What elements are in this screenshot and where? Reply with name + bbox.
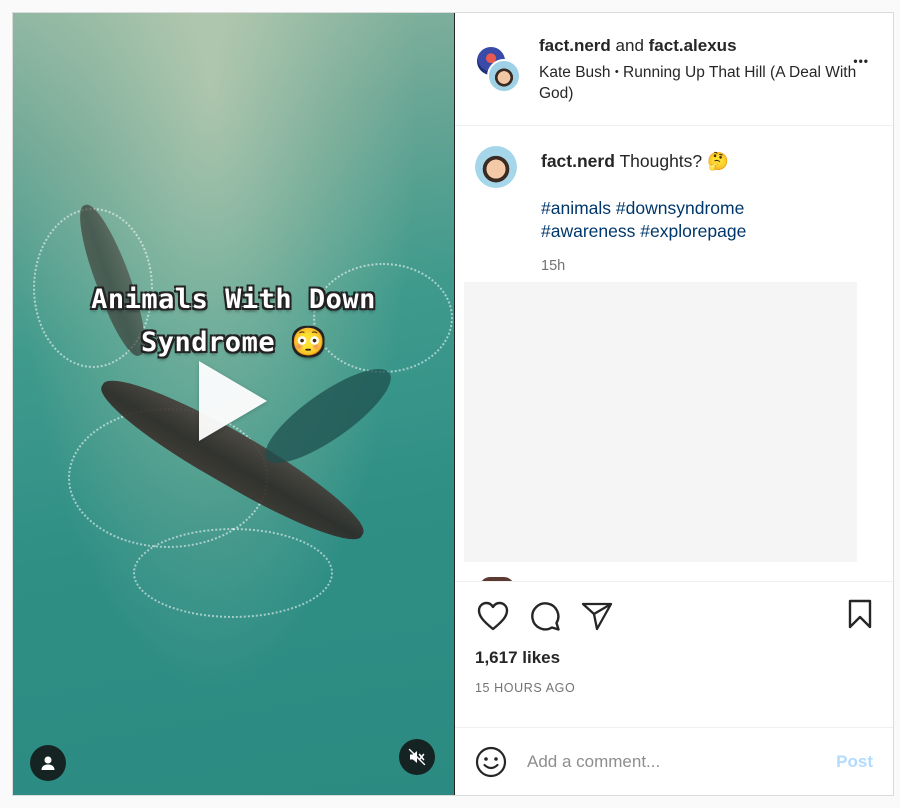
post-comment-button[interactable]: Post [836,752,873,772]
username-link[interactable]: fact.nerd [539,36,611,55]
foam [133,528,333,618]
avatar [487,59,521,93]
emoji-button[interactable] [475,746,507,778]
reel-video[interactable]: Animals With Down Syndrome 😳 [13,13,455,795]
joiner-text: and [615,36,644,55]
speaker-muted-icon [408,748,426,766]
avatar[interactable] [475,146,517,188]
smiley-icon [475,746,507,777]
hashtag-link[interactable]: #animals [541,198,611,218]
like-count[interactable]: 1,617 likes [475,648,873,668]
hashtag-link[interactable]: #awareness [541,221,635,241]
caption-text: Thoughts? 🤔 [619,151,729,171]
header-info: fact.nerd and fact.alexus Kate Bush • Ru… [539,35,877,104]
caption-row: fact.nerd Thoughts? 🤔 #animals #downsynd… [455,126,893,278]
post-time: 15h [541,258,566,274]
audio-link[interactable]: Kate Bush • Running Up That Hill (A Deal… [539,62,877,104]
comment-composer: Post [455,727,893,795]
collaborators: fact.nerd and fact.alexus [539,35,877,56]
comments-placeholder [464,282,857,562]
mute-button[interactable] [399,739,435,775]
hashtag-link[interactable]: #downsyndrome [616,198,744,218]
save-button[interactable] [847,598,873,635]
caption-body: fact.nerd Thoughts? 🤔 #animals #downsynd… [541,146,746,278]
comments-area: fact.nerd Thoughts? 🤔 #animals #downsynd… [455,126,893,581]
more-dots: ••• [853,54,869,68]
timestamp: 15 HOURS AGO [475,681,576,695]
caption-line: Animals With Down [91,284,376,315]
comment-button[interactable] [527,598,563,634]
separator: • [614,66,619,78]
user-tag-button[interactable] [30,745,66,781]
paper-plane-icon [581,602,613,631]
username-link[interactable]: fact.nerd [541,151,615,171]
bookmark-icon [848,599,872,629]
play-icon[interactable] [199,361,267,441]
like-button[interactable] [475,598,511,634]
post-panel: fact.nerd and fact.alexus Kate Bush • Ru… [455,13,893,795]
heart-icon [477,601,509,631]
more-options-icon[interactable]: ••• [853,53,869,68]
hashtag-list: #animals #downsyndrome #awareness #explo… [541,197,746,243]
action-bar: 1,617 likes 15 HOURS AGO [455,581,893,727]
username-link[interactable]: fact.alexus [649,36,737,55]
artist-name: Kate Bush [539,64,611,81]
post-modal: Animals With Down Syndrome 😳 fact.nerd a… [12,12,894,796]
post-header: fact.nerd and fact.alexus Kate Bush • Ru… [455,13,893,126]
video-caption: Animals With Down Syndrome 😳 [13,278,454,364]
comment-icon [531,602,560,631]
share-button[interactable] [579,598,615,634]
comment-input[interactable] [527,751,837,772]
collab-avatars[interactable] [475,45,523,93]
hashtag-link[interactable]: #explorepage [640,221,746,241]
person-icon [41,756,55,770]
caption-line: Syndrome 😳 [141,327,326,358]
